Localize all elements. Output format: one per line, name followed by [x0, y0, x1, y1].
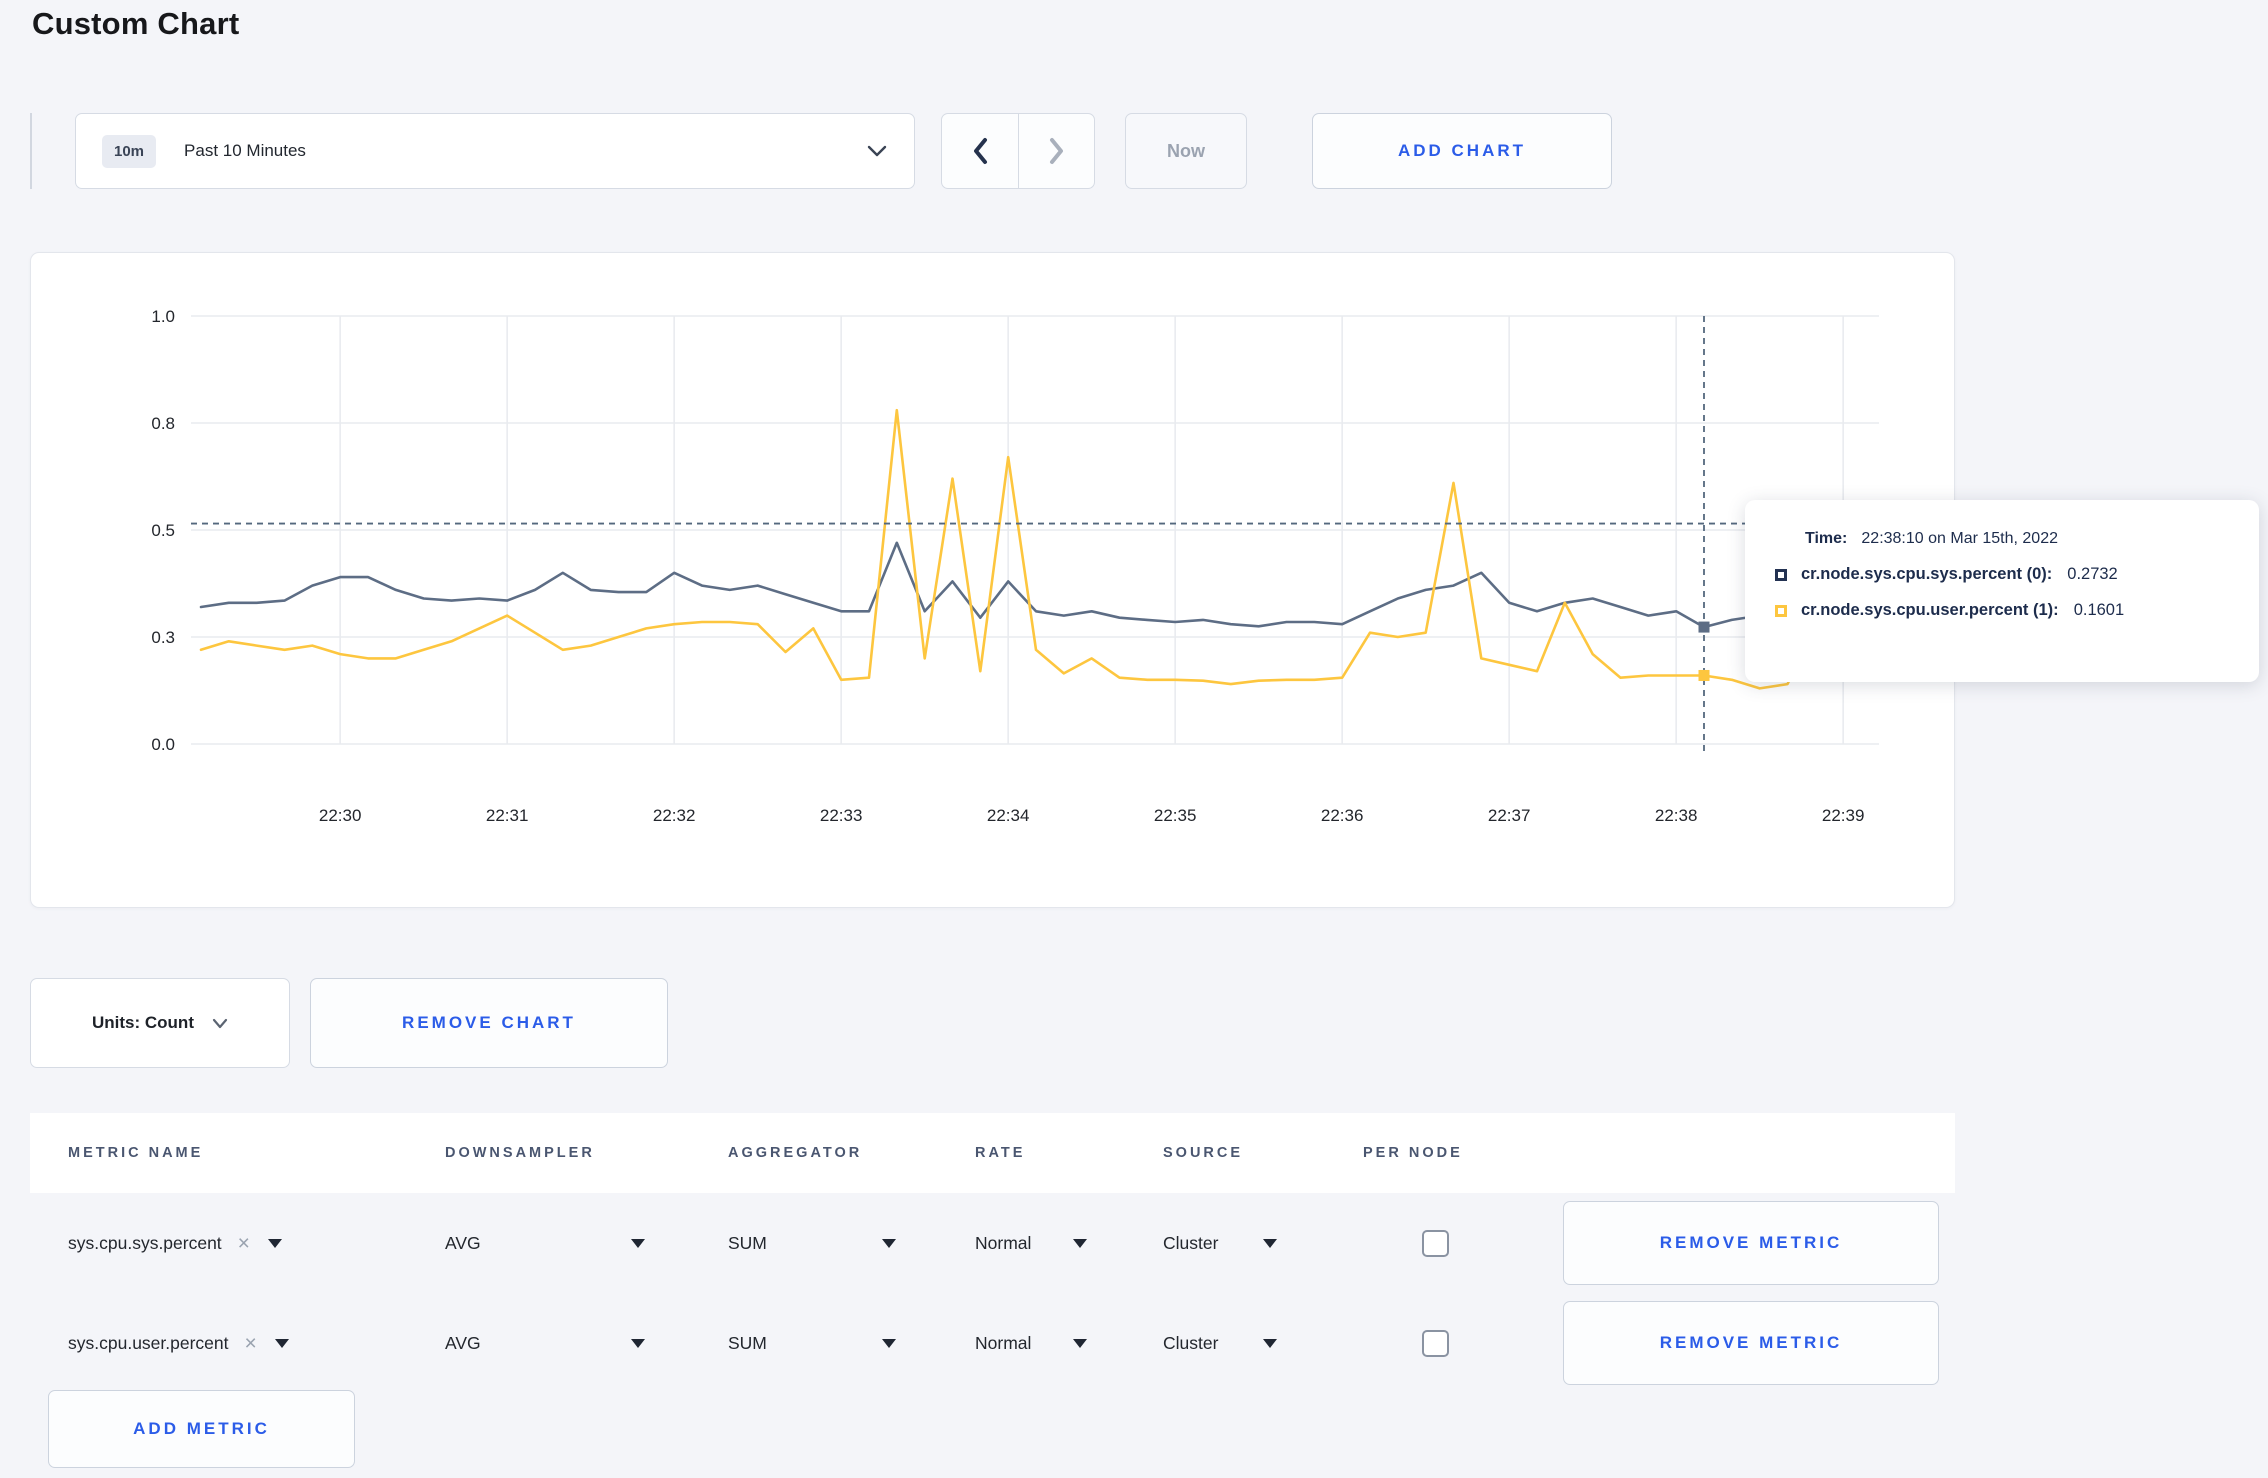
source-value: Cluster — [1163, 1232, 1219, 1253]
chart-hover-tooltip: Time: 22:38:10 on Mar 15th, 2022 cr.node.… — [1745, 500, 2259, 682]
aggregator-select[interactable]: SUM — [728, 1333, 975, 1354]
time-window-label: Past 10 Minutes — [184, 141, 306, 160]
svg-text:0.0: 0.0 — [151, 735, 175, 754]
tooltip-series-row: cr.node.sys.cpu.user.percent (1): 0.1601 — [1775, 601, 2239, 620]
rate-value: Normal — [975, 1332, 1032, 1353]
metric-name-select[interactable]: sys.cpu.sys.percent × — [68, 1233, 445, 1254]
next-time-button[interactable] — [1018, 114, 1094, 188]
dropdown-caret-icon — [630, 1338, 645, 1348]
dropdown-caret-icon — [881, 1338, 896, 1348]
dropdown-caret-icon — [1263, 1238, 1278, 1248]
remove-chart-button[interactable]: REMOVE CHART — [310, 978, 668, 1068]
svg-text:22:32: 22:32 — [653, 806, 696, 825]
rate-value: Normal — [975, 1232, 1032, 1253]
source-select[interactable]: Cluster — [1163, 1333, 1363, 1354]
dropdown-caret-icon — [274, 1338, 289, 1348]
svg-text:22:38: 22:38 — [1655, 806, 1698, 825]
tooltip-time-value: 22:38:10 on Mar 15th, 2022 — [1861, 530, 2058, 547]
svg-text:22:33: 22:33 — [820, 806, 863, 825]
svg-text:22:36: 22:36 — [1321, 806, 1364, 825]
page-title: Custom Chart — [32, 6, 240, 41]
series-user-swatch-icon — [1775, 604, 1787, 617]
downsampler-value: AVG — [445, 1232, 481, 1253]
per-node-checkbox[interactable] — [1422, 1329, 1449, 1357]
rate-select[interactable]: Normal — [975, 1333, 1163, 1354]
tooltip-series-value: 0.1601 — [2073, 601, 2125, 619]
tooltip-series-row: cr.node.sys.cpu.sys.percent (0): 0.2732 — [1775, 565, 2239, 584]
now-button[interactable]: Now — [1125, 113, 1247, 189]
time-nav-group — [941, 113, 1095, 189]
chevron-down-icon — [212, 1018, 228, 1029]
aggregator-value: SUM — [728, 1232, 767, 1253]
source-value: Cluster — [1163, 1332, 1219, 1353]
svg-text:22:39: 22:39 — [1822, 806, 1865, 825]
clear-metric-icon[interactable]: × — [245, 1333, 257, 1354]
remove-metric-button[interactable]: REMOVE METRIC — [1563, 1201, 1939, 1285]
col-header-rate: RATE — [975, 1145, 1026, 1161]
dropdown-caret-icon — [1073, 1338, 1088, 1348]
metric-name-value: sys.cpu.sys.percent — [68, 1232, 222, 1253]
clear-metric-icon[interactable]: × — [238, 1233, 250, 1254]
dropdown-caret-icon — [1073, 1238, 1088, 1248]
add-metric-button[interactable]: ADD METRIC — [48, 1390, 355, 1468]
svg-text:22:31: 22:31 — [486, 806, 529, 825]
col-header-per-node: PER NODE — [1363, 1145, 1463, 1161]
downsampler-value: AVG — [445, 1332, 481, 1353]
chevron-left-icon — [974, 138, 987, 164]
svg-text:1.0: 1.0 — [151, 307, 175, 326]
dropdown-caret-icon — [881, 1238, 896, 1248]
dropdown-caret-icon — [1263, 1338, 1278, 1348]
tooltip-series-value: 0.2732 — [2067, 565, 2118, 583]
metric-row: sys.cpu.sys.percent × AVG SUM Normal Clu… — [30, 1193, 1955, 1293]
chart-controls: Units: Count REMOVE CHART — [30, 978, 668, 1068]
svg-text:22:37: 22:37 — [1488, 806, 1531, 825]
source-select[interactable]: Cluster — [1163, 1233, 1363, 1254]
svg-text:0.3: 0.3 — [151, 628, 175, 647]
metric-row: sys.cpu.user.percent × AVG SUM Normal Cl… — [30, 1293, 1955, 1393]
toolbar: 10m Past 10 Minutes Now ADD CHART — [30, 113, 1612, 189]
units-dropdown[interactable]: Units: Count — [30, 978, 290, 1068]
svg-text:22:35: 22:35 — [1154, 806, 1197, 825]
time-window-badge: 10m — [102, 134, 157, 168]
chevron-right-icon — [1049, 138, 1063, 164]
prev-time-button[interactable] — [942, 114, 1018, 188]
units-label: Units: Count — [92, 1013, 194, 1032]
aggregator-value: SUM — [728, 1332, 767, 1353]
custom-chart-page: Custom Chart 10m Past 10 Minutes Now ADD… — [0, 0, 2268, 1478]
svg-text:22:30: 22:30 — [319, 806, 362, 825]
svg-text:0.8: 0.8 — [151, 414, 175, 433]
tooltip-series-label: cr.node.sys.cpu.sys.percent (0): — [1801, 565, 2053, 583]
add-chart-button[interactable]: ADD CHART — [1312, 113, 1612, 189]
svg-text:0.5: 0.5 — [151, 521, 175, 540]
chart-card: 1.0 0.8 0.5 0.3 0.0 22:30 22:31 22:32 22:33 22:34… — [30, 252, 1955, 908]
col-header-aggregator: AGGREGATOR — [728, 1145, 863, 1161]
col-header-source: SOURCE — [1163, 1145, 1244, 1161]
metrics-table: METRIC NAME DOWNSAMPLER AGGREGATOR RATE … — [30, 1113, 1955, 1393]
dropdown-caret-icon — [630, 1238, 645, 1248]
chevron-down-icon — [866, 144, 888, 158]
toolbar-divider — [30, 113, 32, 189]
aggregator-select[interactable]: SUM — [728, 1233, 975, 1254]
dropdown-caret-icon — [267, 1238, 282, 1248]
chart-svg[interactable]: 1.0 0.8 0.5 0.3 0.0 22:30 22:31 22:32 22:33 22:34… — [31, 253, 1956, 909]
tooltip-series-label: cr.node.sys.cpu.user.percent (1): — [1801, 601, 2059, 619]
col-header-metric-name: METRIC NAME — [68, 1145, 204, 1161]
col-header-downsampler: DOWNSAMPLER — [445, 1145, 595, 1161]
metrics-table-header: METRIC NAME DOWNSAMPLER AGGREGATOR RATE … — [30, 1113, 1955, 1193]
downsampler-select[interactable]: AVG — [445, 1333, 728, 1354]
metrics-rows: sys.cpu.sys.percent × AVG SUM Normal Clu… — [30, 1193, 1955, 1393]
downsampler-select[interactable]: AVG — [445, 1233, 728, 1254]
tooltip-time-label: Time: — [1805, 530, 1848, 547]
series-sys-swatch-icon — [1775, 568, 1787, 581]
rate-select[interactable]: Normal — [975, 1233, 1163, 1254]
metric-name-value: sys.cpu.user.percent — [68, 1332, 229, 1353]
per-node-checkbox[interactable] — [1422, 1229, 1449, 1257]
time-range-dropdown[interactable]: 10m Past 10 Minutes — [75, 113, 915, 189]
remove-metric-button[interactable]: REMOVE METRIC — [1563, 1301, 1939, 1385]
tooltip-time-row: Time: 22:38:10 on Mar 15th, 2022 — [1805, 530, 2239, 548]
metric-name-select[interactable]: sys.cpu.user.percent × — [68, 1333, 445, 1354]
svg-text:22:34: 22:34 — [987, 806, 1030, 825]
